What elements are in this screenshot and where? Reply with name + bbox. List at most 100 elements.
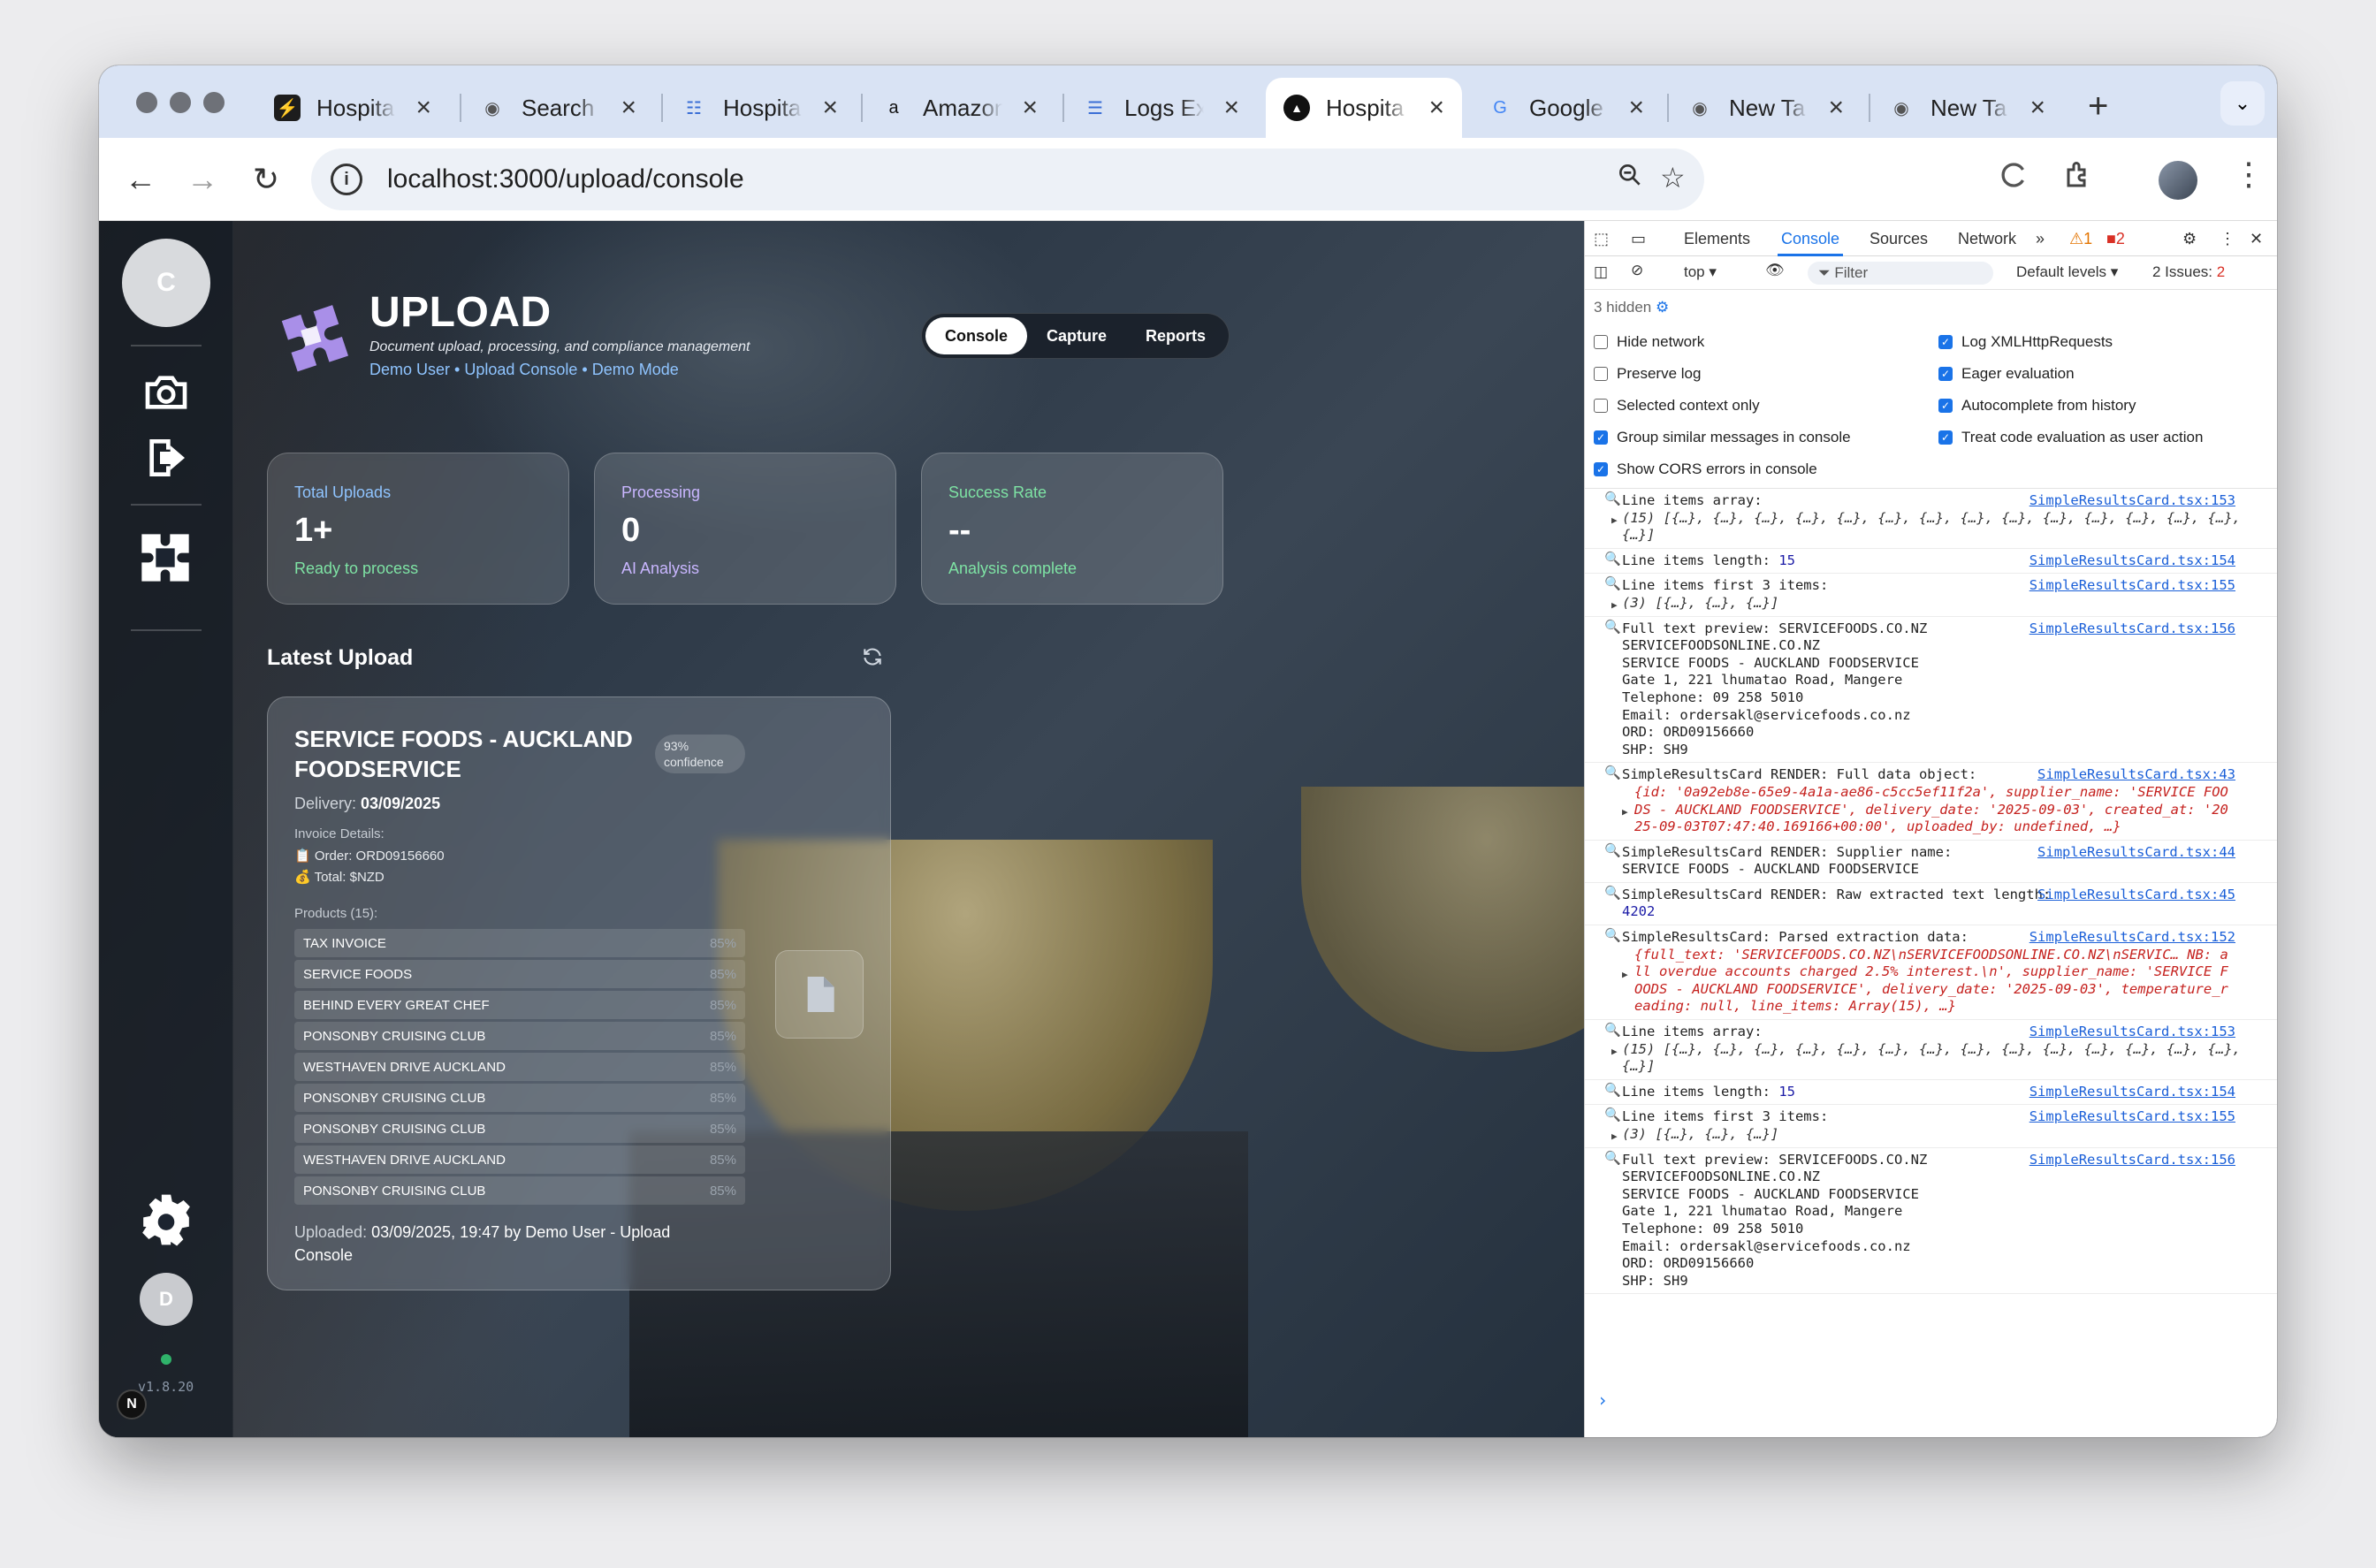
zoom-icon[interactable] [1616,161,1644,196]
source-link[interactable]: SimpleResultsCard.tsx:153 [2030,492,2235,510]
expand-triangle-icon[interactable]: ▶ [1611,597,1618,614]
expand-triangle-icon[interactable]: ▶ [1611,512,1618,529]
expand-triangle-icon[interactable]: ▶ [1622,803,1628,821]
expandable-value[interactable]: (15) [{…}, {…}, {…}, {…}, {…}, {…}, {…},… [1622,1041,2249,1075]
close-window-button[interactable] [136,92,157,113]
console-setting-option[interactable]: ✓ Group similar messages in console [1594,429,1851,446]
console-setting-option[interactable]: ✓ Eager evaluation [1938,365,2075,383]
close-tab-icon[interactable]: × [1628,93,1644,123]
bookmark-star-icon[interactable]: ☆ [1660,161,1686,194]
tab-capture[interactable]: Capture [1027,317,1126,354]
browser-tab[interactable]: ☷ Hospita × [663,78,856,138]
refresh-icon[interactable] [861,645,886,670]
close-tab-icon[interactable]: × [415,93,431,123]
settings-gear-icon[interactable]: ⚙ [1656,299,1669,316]
source-link[interactable]: SimpleResultsCard.tsx:45 [2037,887,2235,904]
console-setting-option[interactable]: Hide network [1594,333,1704,351]
inspect-element-icon[interactable]: ⬚ [1594,230,1609,248]
clear-console-icon[interactable]: ⊘ [1631,262,1643,279]
address-bar[interactable]: i localhost:3000/upload/console ☆ [311,148,1704,210]
new-tab-button[interactable]: + [2088,87,2108,126]
close-devtools-icon[interactable]: ✕ [2250,230,2263,248]
console-setting-option[interactable]: Preserve log [1594,365,1701,383]
context-select[interactable]: top ▾ [1684,263,1717,281]
gear-icon[interactable] [138,1191,194,1248]
source-link[interactable]: SimpleResultsCard.tsx:155 [2030,1108,2235,1126]
sidebar-toggle-icon[interactable]: ◫ [1594,263,1608,281]
filter-input[interactable]: ⏷ Filter [1808,262,1993,285]
browser-tab[interactable]: ⚡ Hospita × [256,78,449,138]
tab-console[interactable]: Console [1781,230,1839,248]
logout-icon[interactable] [138,430,194,486]
settings-gear-icon[interactable]: ⚙ [2182,230,2197,248]
tab-reports[interactable]: Reports [1126,317,1225,354]
warning-icon[interactable]: ⚠1 [2069,230,2092,248]
reload-button[interactable]: ↻ [244,157,288,202]
browser-tab[interactable]: ◉ Search × [461,78,654,138]
source-link[interactable]: SimpleResultsCard.tsx:153 [2030,1024,2235,1041]
console-setting-option[interactable]: ✓ Autocomplete from history [1938,397,2136,415]
expandable-value[interactable]: (3) [{…}, {…}, {…}] [1622,595,1778,611]
latest-upload-card[interactable]: SERVICE FOODS - AUCKLAND FOODSERVICE 93%… [267,696,891,1290]
document-preview-icon[interactable] [775,950,864,1039]
checkbox[interactable]: ✓ [1594,462,1608,476]
minimize-window-button[interactable] [170,92,191,113]
object-preview[interactable]: {full_text: 'SERVICEFOODS.CO.NZ\nSERVICE… [1634,947,2228,1015]
user-avatar[interactable]: C [122,239,210,327]
error-icon[interactable]: ■2 [2106,230,2125,248]
url-text[interactable]: localhost:3000/upload/console [387,164,744,194]
expand-triangle-icon[interactable]: ▶ [1611,1043,1618,1061]
source-link[interactable]: SimpleResultsCard.tsx:154 [2030,552,2235,570]
source-link[interactable]: SimpleResultsCard.tsx:43 [2037,766,2235,784]
browser-tab[interactable]: ◉ New Ta × [1669,78,1862,138]
close-tab-icon[interactable]: × [1828,93,1844,123]
tab-console[interactable]: Console [925,317,1028,354]
more-tabs-chevron-icon[interactable]: » [2036,230,2045,248]
expandable-value[interactable]: (3) [{…}, {…}, {…}] [1622,1126,1778,1142]
browser-menu-icon[interactable]: ⋮ [2233,156,2265,193]
console-setting-option[interactable]: Selected context only [1594,397,1760,415]
log-levels-select[interactable]: Default levels ▾ [2016,263,2118,281]
tab-network[interactable]: Network [1958,230,2016,248]
console-setting-option[interactable]: ✓ Show CORS errors in console [1594,461,1817,478]
expandable-value[interactable]: (15) [{…}, {…}, {…}, {…}, {…}, {…}, {…},… [1622,510,2249,544]
back-button[interactable]: ← [118,157,163,202]
extension-icon[interactable] [1998,159,2030,199]
extensions-puzzle-icon[interactable] [2063,159,2095,199]
browser-tab[interactable]: G Google × [1469,78,1662,138]
source-link[interactable]: SimpleResultsCard.tsx:155 [2030,577,2235,595]
source-link[interactable]: SimpleResultsCard.tsx:154 [2030,1084,2235,1101]
close-tab-icon[interactable]: × [1428,93,1444,123]
source-link[interactable]: SimpleResultsCard.tsx:156 [2030,1152,2235,1169]
zoom-window-button[interactable] [203,92,225,113]
object-preview[interactable]: {id: '0a92eb8e-65e9-4a1a-ae86-c5cc5ef11f… [1634,784,2228,834]
source-link[interactable]: SimpleResultsCard.tsx:44 [2037,844,2235,862]
site-info-icon[interactable]: i [331,164,362,195]
checkbox[interactable]: ✓ [1938,367,1953,381]
close-tab-icon[interactable]: × [822,93,838,123]
console-setting-option[interactable]: ✓ Log XMLHttpRequests [1938,333,2113,351]
close-tab-icon[interactable]: × [2030,93,2045,123]
close-tab-icon[interactable]: × [1223,93,1239,123]
tab-search-chevron-icon[interactable]: ⌄ [2220,81,2265,126]
camera-icon[interactable] [138,364,194,421]
checkbox[interactable]: ✓ [1938,430,1953,445]
checkbox[interactable] [1594,335,1608,349]
live-expression-eye-icon[interactable]: 👁 [1765,262,1785,279]
browser-tab[interactable]: ◉ New Ta × [1870,78,2063,138]
puzzle-logo-icon[interactable] [134,527,196,589]
expand-triangle-icon[interactable]: ▶ [1611,1128,1618,1146]
checkbox[interactable]: ✓ [1938,335,1953,349]
console-setting-option[interactable]: ✓ Treat code evaluation as user action [1938,429,2203,446]
device-toolbar-icon[interactable]: ▭ [1631,230,1646,248]
tab-sources[interactable]: Sources [1870,230,1928,248]
browser-tab[interactable]: ☰ Logs Ex × [1064,78,1257,138]
source-link[interactable]: SimpleResultsCard.tsx:152 [2030,929,2235,947]
issues-link[interactable]: 2 Issues: 2 [2152,263,2225,281]
close-tab-icon[interactable]: × [1022,93,1038,123]
checkbox[interactable]: ✓ [1594,430,1608,445]
checkbox[interactable]: ✓ [1938,399,1953,413]
browser-tab[interactable]: a Amazon × [863,78,1055,138]
profile-avatar[interactable] [2159,161,2197,200]
next-dev-badge[interactable]: N [117,1389,147,1420]
